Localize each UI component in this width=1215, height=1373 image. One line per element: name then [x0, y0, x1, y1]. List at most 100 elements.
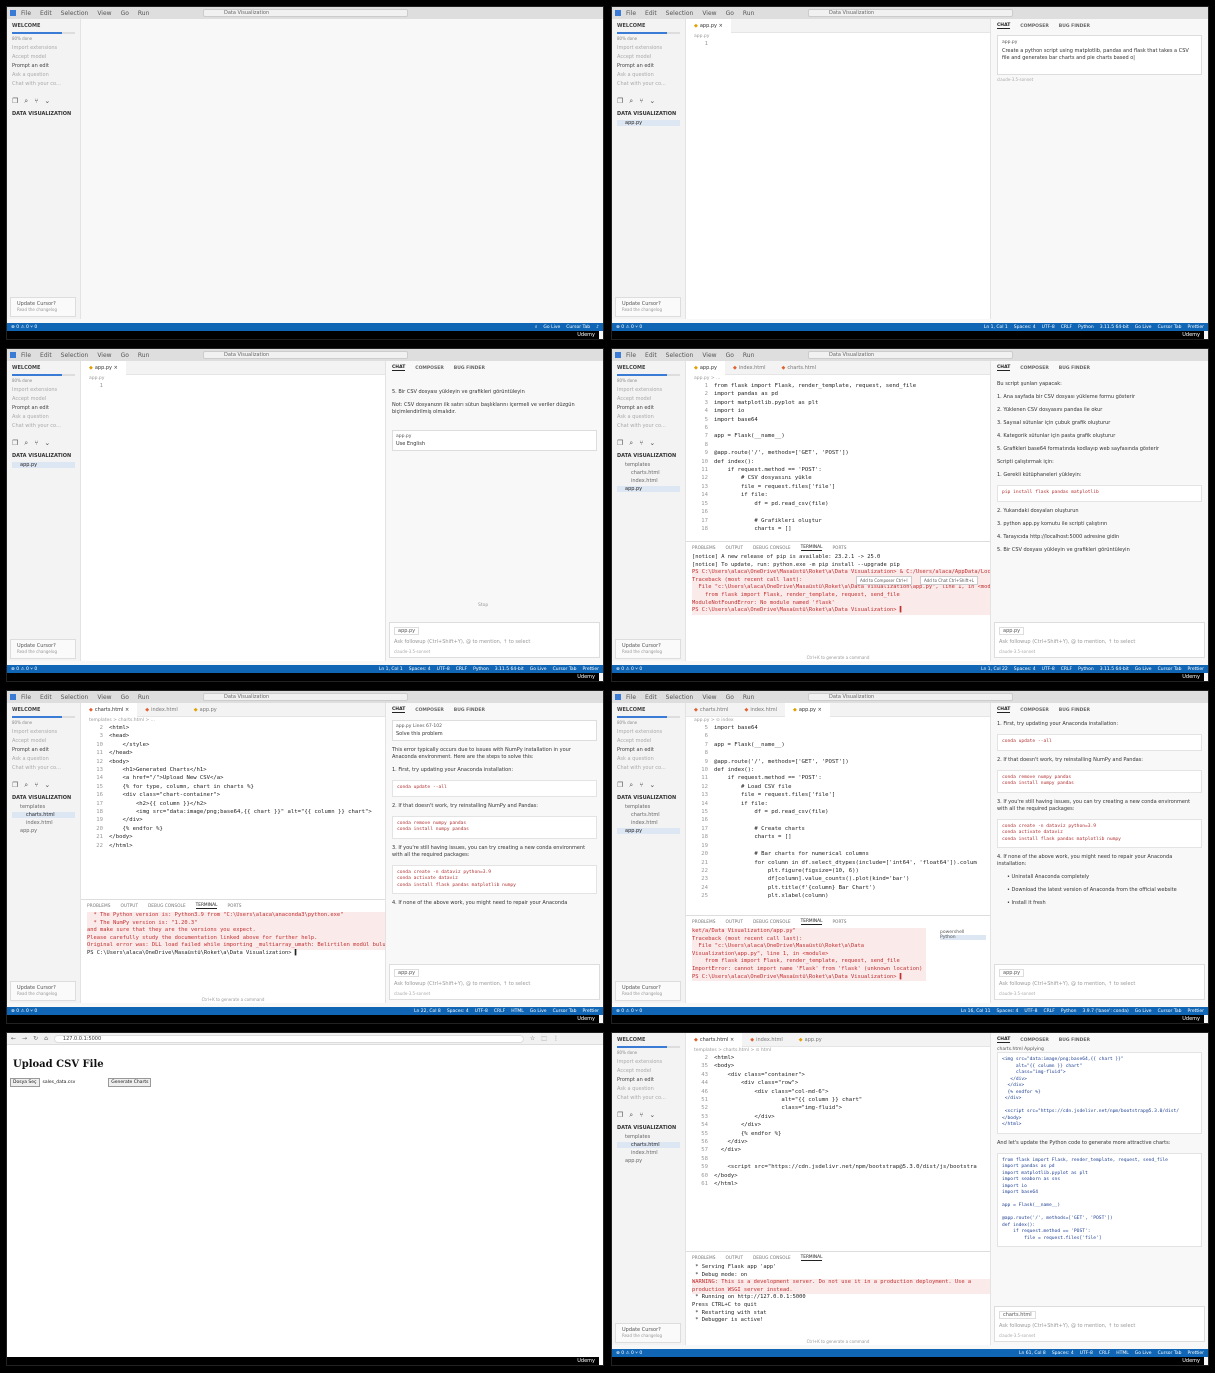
code-line[interactable]: 16 [690, 816, 990, 824]
context-chip[interactable]: app.py [999, 627, 1025, 635]
python-version[interactable]: 3.9.7 ('base': conda) [1082, 1009, 1128, 1014]
files-icon[interactable]: ❐ [12, 97, 18, 106]
code-line[interactable]: 15 df = pd.read_csv(file) [690, 808, 990, 816]
update-cursor-box[interactable]: Update Cursor? Read the changelog [10, 297, 76, 317]
model-select[interactable]: claude-3.5-sonnet [999, 991, 1035, 996]
files-icon[interactable]: ❐ [617, 97, 623, 106]
explorer-section[interactable]: DATA VISUALIZATION [617, 1125, 680, 1131]
breadcrumb[interactable]: app.py [686, 33, 990, 40]
code-line[interactable]: 54 </div> [690, 1121, 990, 1129]
code-lines[interactable]: 1 from flask import Flask, render_templat… [686, 382, 990, 533]
folder-templates[interactable]: templates [617, 1134, 680, 1140]
tab-index-html[interactable]: ◆ index.html [736, 703, 785, 717]
indentation[interactable]: Spaces: 4 [447, 1009, 469, 1014]
code-line[interactable]: 20 {% endfor %} [85, 825, 385, 833]
tab-chat[interactable]: CHAT [997, 365, 1011, 371]
code-snippet-2[interactable]: conda remove numpy pandas conda install … [392, 815, 597, 839]
code-line[interactable]: 12 # CSV dosyasını yükle [690, 474, 990, 482]
chat-input[interactable]: charts.html Ask followup (Ctrl+Shift+Y),… [994, 1306, 1205, 1342]
tab-bug-finder[interactable]: BUG FINDER [454, 708, 485, 713]
code-line[interactable]: 14 if file: [690, 491, 990, 499]
welcome-item-4[interactable]: Ask a question [617, 756, 680, 762]
menu-selection[interactable]: Selection [666, 694, 694, 701]
chevron-down-icon[interactable]: ⌄ [649, 781, 655, 790]
go-live[interactable]: Go Live [1135, 667, 1152, 672]
file-app-py[interactable]: app.py [12, 828, 75, 834]
go-live[interactable]: Go Live [530, 667, 547, 672]
cursor-tab[interactable]: Cursor Tab [1158, 325, 1182, 330]
welcome-item-3[interactable]: Prompt an edit [617, 747, 680, 753]
search-icon[interactable]: ⌕ [629, 1111, 633, 1120]
indentation[interactable]: Spaces: 4 [1014, 667, 1036, 672]
tab-index-html[interactable]: ◆ index.html [137, 703, 186, 717]
code-line[interactable]: 44 <div class="row"> [690, 1079, 990, 1087]
tab-composer[interactable]: COMPOSER [1020, 1038, 1049, 1043]
update-sub[interactable]: Read the changelog [17, 307, 69, 312]
source-control-icon[interactable]: ⑂ [639, 97, 643, 106]
window-title-search[interactable]: Data Visualization [203, 693, 408, 701]
files-icon[interactable]: ❐ [12, 781, 18, 790]
python-version[interactable]: 3.11.5 64-bit [495, 667, 524, 672]
menu-view[interactable]: View [702, 352, 716, 359]
welcome-item-5[interactable]: Chat with your co... [617, 1095, 680, 1101]
menu-edit[interactable]: Edit [40, 352, 52, 359]
problems-count[interactable]: ⊗ 0 ⚠ 0 ⑂ 0 [616, 666, 642, 672]
tab-problems[interactable]: PROBLEMS [692, 920, 715, 925]
prettier[interactable]: Prettier [1187, 1351, 1204, 1356]
star-icon[interactable]: ☆ [530, 1035, 535, 1042]
welcome-item-4[interactable]: Ask a question [617, 1086, 680, 1092]
search-icon[interactable]: ⌕ [24, 781, 28, 790]
language-mode[interactable]: Python [1078, 325, 1094, 330]
problems-count[interactable]: ⊗ 0 ⚠ 0 ⑂ 0 [11, 666, 37, 672]
context-chip[interactable]: app.py Lines 67-102 [396, 724, 593, 729]
welcome-item-2[interactable]: Accept model [617, 738, 680, 744]
code-line[interactable]: 19 </div> [85, 816, 385, 824]
search-icon[interactable]: ⌕ [629, 97, 633, 106]
code-line[interactable]: 13 <h1>Generated Charts</h1> [85, 766, 385, 774]
tab-ports[interactable]: PORTS [832, 546, 846, 551]
model-select[interactable]: claude-3.5-sonnet [997, 77, 1202, 82]
code-snippet-3[interactable]: conda create -n dataviz python=3.9 conda… [997, 818, 1202, 848]
problems-count[interactable]: ⊗ 0 ⚠ 0 ⑂ 0 [616, 1008, 642, 1014]
welcome-item-5[interactable]: Chat with your co... [617, 765, 680, 771]
breadcrumb[interactable]: app.py > ... [686, 375, 990, 382]
encoding[interactable]: UTF-8 [475, 1009, 488, 1014]
explorer-section[interactable]: DATA VISUALIZATION [617, 453, 680, 459]
tab-bug-finder[interactable]: BUG FINDER [1059, 708, 1090, 713]
welcome-item-1[interactable]: Import extensions [617, 45, 680, 51]
explorer-section[interactable]: DATA VISUALIZATION [12, 795, 75, 801]
code-line[interactable]: 12 <body> [85, 758, 385, 766]
tab-output[interactable]: OUTPUT [725, 920, 743, 925]
code-line[interactable]: 46 <div class="col-md-6"> [690, 1088, 990, 1096]
menu-file[interactable]: File [21, 352, 31, 359]
code-line[interactable]: 52 class="img-fluid"> [690, 1104, 990, 1112]
model-select[interactable]: claude-3.5-sonnet [394, 649, 430, 654]
files-icon[interactable]: ❐ [617, 1111, 623, 1120]
code-line[interactable]: 17 # Create charts [690, 825, 990, 833]
menu-selection[interactable]: Selection [61, 694, 89, 701]
chat-input[interactable]: app.py Create a python script using matp… [997, 35, 1202, 75]
choose-file-button[interactable]: Dosya Seç [10, 1078, 40, 1087]
chat-input[interactable]: app.py Ask followup (Ctrl+Shift+Y), @ to… [389, 622, 600, 658]
prettier[interactable]: Prettier [582, 667, 599, 672]
update-sub[interactable]: Read the changelog [17, 991, 69, 996]
problems-count[interactable]: ⊗ 0 ⚠ 0 ⑂ 0 [616, 324, 642, 330]
code-line[interactable]: 18 <img src="data:image/png;base64,{{ ch… [85, 808, 385, 816]
welcome-item-2[interactable]: Accept model [617, 1068, 680, 1074]
terminal-output[interactable]: * Serving Flask app 'app' * Debug mode: … [686, 1264, 990, 1325]
breadcrumb[interactable]: templates > charts.html > ⊙ html [686, 1047, 990, 1054]
context-chip[interactable]: app.py [1002, 40, 1197, 45]
add-to-composer-button[interactable]: Add to Composer Ctrl+I [856, 576, 912, 585]
code-lines[interactable]: 2 <html> 3 <head> 10 </style> 11 </head> 12 <bod… [81, 724, 385, 850]
chat-input[interactable]: app.py Ask followup (Ctrl+Shift+Y), @ to… [389, 964, 600, 1000]
encoding[interactable]: UTF-8 [1042, 325, 1055, 330]
file-index-html[interactable]: index.html [617, 478, 680, 484]
code-line[interactable]: 21 </body> [85, 833, 385, 841]
welcome-item-1[interactable]: Import extensions [617, 729, 680, 735]
menu-edit[interactable]: Edit [40, 694, 52, 701]
indentation[interactable]: Spaces: 4 [409, 667, 431, 672]
code-line[interactable]: 14 <a href="/">Upload New CSV</a> [85, 774, 385, 782]
chevron-down-icon[interactable]: ⌄ [44, 781, 50, 790]
prettier[interactable]: Prettier [1187, 325, 1204, 330]
tab-terminal[interactable]: TERMINAL [800, 919, 823, 925]
